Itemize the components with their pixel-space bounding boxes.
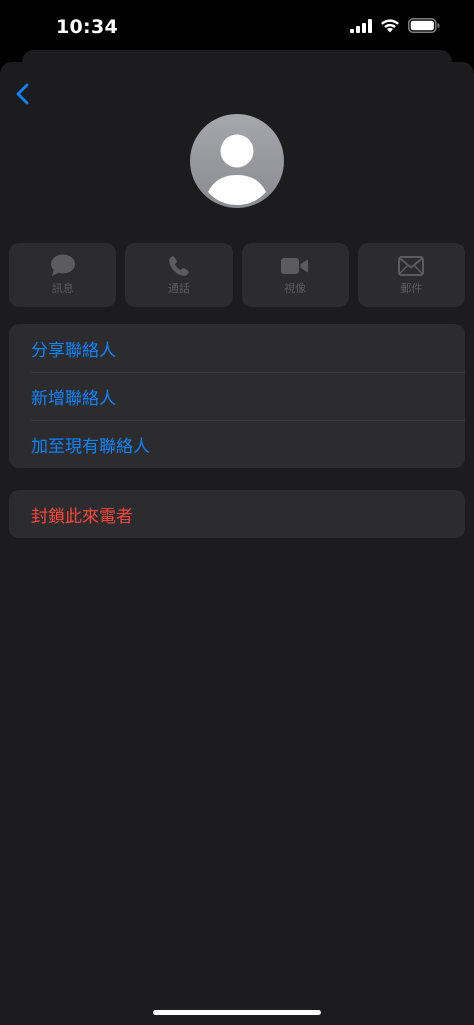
status-time: 10:34 bbox=[56, 16, 118, 38]
chevron-left-icon bbox=[16, 83, 29, 105]
share-contact-button[interactable]: 分享聯絡人 bbox=[9, 324, 465, 372]
mail-label: 郵件 bbox=[400, 282, 423, 295]
phone-icon bbox=[169, 256, 189, 276]
avatar bbox=[190, 114, 284, 208]
wifi-icon bbox=[381, 19, 399, 33]
video-camera-icon bbox=[281, 258, 309, 274]
contact-options-group: 分享聯絡人 新增聯絡人 加至現有聯絡人 bbox=[9, 324, 465, 468]
mail-button[interactable]: 郵件 bbox=[357, 243, 465, 307]
block-caller-group: 封鎖此來電者 bbox=[9, 490, 465, 538]
add-to-existing-contact-button[interactable]: 加至現有聯絡人 bbox=[9, 420, 465, 468]
new-contact-button[interactable]: 新增聯絡人 bbox=[9, 372, 465, 420]
action-button-row: 訊息 通話 視像 郵件 bbox=[9, 243, 465, 307]
contact-sheet: 訊息 通話 視像 郵件 分享聯絡人 新增聯絡人 加至現有聯絡人 封鎖此來電者 bbox=[0, 62, 474, 1025]
status-icons bbox=[350, 18, 440, 33]
message-bubble-icon bbox=[50, 254, 75, 276]
video-label: 視像 bbox=[284, 282, 307, 295]
battery-icon bbox=[408, 18, 440, 33]
cellular-signal-icon bbox=[350, 18, 372, 33]
back-button[interactable] bbox=[10, 80, 38, 108]
call-label: 通話 bbox=[167, 282, 190, 295]
call-button[interactable]: 通話 bbox=[125, 243, 233, 307]
block-caller-button[interactable]: 封鎖此來電者 bbox=[9, 490, 465, 538]
message-button[interactable]: 訊息 bbox=[9, 243, 117, 307]
video-button[interactable]: 視像 bbox=[241, 243, 349, 307]
home-indicator[interactable] bbox=[153, 1010, 321, 1015]
person-silhouette-icon bbox=[208, 134, 266, 205]
message-label: 訊息 bbox=[51, 282, 74, 295]
envelope-icon bbox=[398, 256, 425, 276]
